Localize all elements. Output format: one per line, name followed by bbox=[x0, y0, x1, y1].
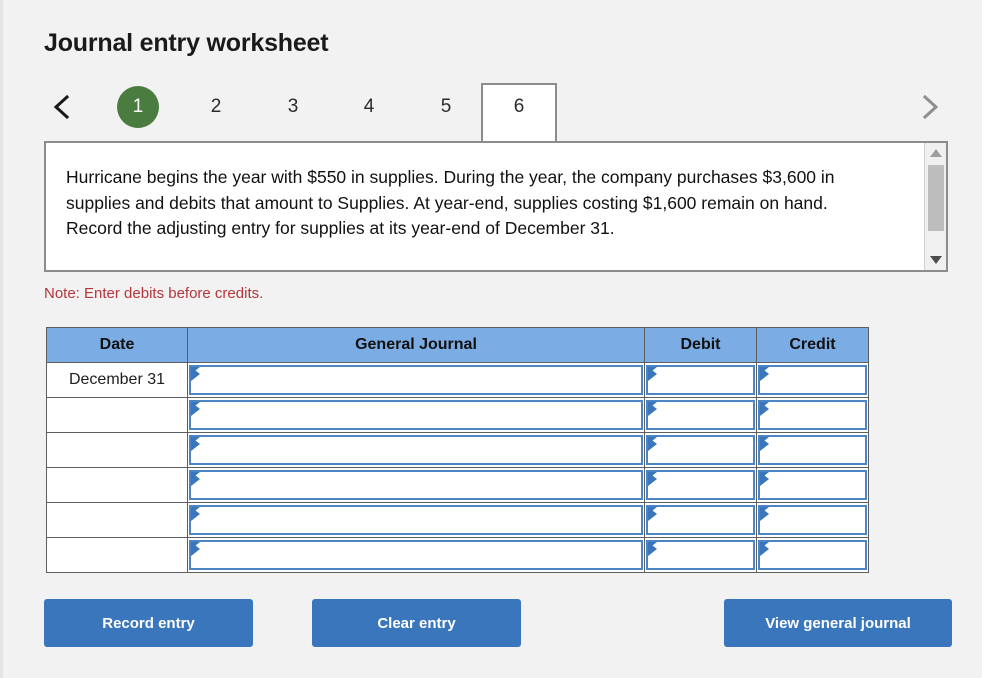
problem-statement-panel: Hurricane begins the year with $550 in s… bbox=[44, 141, 948, 272]
table-row bbox=[46, 502, 869, 538]
tab-step-1-label: 1 bbox=[117, 86, 159, 128]
credit-input-cell-2[interactable] bbox=[756, 397, 869, 433]
cell-marker-icon bbox=[191, 472, 200, 486]
chevron-right-icon[interactable] bbox=[912, 83, 948, 131]
chevron-left-icon[interactable] bbox=[44, 83, 80, 131]
cell-marker-icon bbox=[191, 367, 200, 381]
table-row bbox=[46, 397, 869, 433]
scroll-down-arrow-icon[interactable] bbox=[925, 250, 947, 270]
debit-input-cell-2[interactable] bbox=[644, 397, 757, 433]
cell-marker-icon bbox=[760, 367, 769, 381]
tab-step-3-label: 3 bbox=[287, 96, 299, 117]
table-header-row: Date General Journal Debit Credit bbox=[46, 327, 869, 363]
column-header-general-journal: General Journal bbox=[187, 327, 645, 363]
credit-input-cell-6[interactable] bbox=[756, 537, 869, 573]
problem-statement-text: Hurricane begins the year with $550 in s… bbox=[66, 167, 835, 238]
tab-step-3[interactable]: 3 bbox=[255, 83, 331, 131]
worksheet-page: Journal entry worksheet 1 2 3 4 5 6 Hurr… bbox=[0, 0, 982, 678]
table-row bbox=[46, 432, 869, 468]
account-input-cell-5[interactable] bbox=[187, 502, 645, 538]
account-input-cell-4[interactable] bbox=[187, 467, 645, 503]
tab-step-4-label: 4 bbox=[363, 96, 375, 117]
action-button-row: Record entry Clear entry View general jo… bbox=[44, 599, 952, 647]
debit-input-cell-5[interactable] bbox=[644, 502, 757, 538]
tab-step-5[interactable]: 5 bbox=[408, 83, 484, 131]
cell-marker-icon bbox=[191, 507, 200, 521]
debit-input-cell-6[interactable] bbox=[644, 537, 757, 573]
date-cell-6[interactable] bbox=[46, 537, 188, 573]
date-cell-3[interactable] bbox=[46, 432, 188, 468]
column-header-date: Date bbox=[46, 327, 188, 363]
cell-marker-icon bbox=[648, 472, 657, 486]
cell-marker-icon bbox=[191, 402, 200, 416]
account-input-cell-2[interactable] bbox=[187, 397, 645, 433]
record-entry-button[interactable]: Record entry bbox=[44, 599, 253, 647]
problem-scrollbar[interactable] bbox=[924, 143, 946, 270]
date-cell-5[interactable] bbox=[46, 502, 188, 538]
account-input-cell-6[interactable] bbox=[187, 537, 645, 573]
credit-input-cell-5[interactable] bbox=[756, 502, 869, 538]
tab-step-6[interactable]: 6 bbox=[481, 83, 557, 141]
column-header-credit: Credit bbox=[756, 327, 869, 363]
credit-input-cell-3[interactable] bbox=[756, 432, 869, 468]
account-input-cell-3[interactable] bbox=[187, 432, 645, 468]
cell-marker-icon bbox=[191, 437, 200, 451]
credit-input-cell-1[interactable] bbox=[756, 362, 869, 398]
cell-marker-icon bbox=[760, 437, 769, 451]
clear-entry-button[interactable]: Clear entry bbox=[312, 599, 521, 647]
page-title: Journal entry worksheet bbox=[44, 29, 329, 57]
scrollbar-thumb[interactable] bbox=[928, 165, 944, 231]
cell-marker-icon bbox=[760, 507, 769, 521]
table-row bbox=[46, 467, 869, 503]
cell-marker-icon bbox=[648, 402, 657, 416]
cell-marker-icon bbox=[760, 542, 769, 556]
cell-marker-icon bbox=[648, 367, 657, 381]
tab-step-2-label: 2 bbox=[210, 96, 222, 117]
date-cell-4[interactable] bbox=[46, 467, 188, 503]
tab-step-5-label: 5 bbox=[440, 96, 452, 117]
cell-marker-icon bbox=[760, 472, 769, 486]
cell-marker-icon bbox=[191, 542, 200, 556]
tab-step-6-label: 6 bbox=[513, 96, 525, 117]
cell-marker-icon bbox=[648, 437, 657, 451]
credit-input-cell-4[interactable] bbox=[756, 467, 869, 503]
cell-marker-icon bbox=[760, 402, 769, 416]
tab-navigation: 1 2 3 4 5 6 bbox=[44, 83, 948, 141]
table-row: December 31 bbox=[46, 362, 869, 398]
account-input-cell-1[interactable] bbox=[187, 362, 645, 398]
journal-entry-table: Date General Journal Debit Credit Decemb… bbox=[46, 327, 869, 573]
tab-step-4[interactable]: 4 bbox=[331, 83, 407, 131]
date-cell-1[interactable]: December 31 bbox=[46, 362, 188, 398]
view-general-journal-button[interactable]: View general journal bbox=[724, 599, 952, 647]
tab-step-1[interactable]: 1 bbox=[100, 83, 176, 131]
debits-before-credits-note: Note: Enter debits before credits. bbox=[44, 285, 264, 302]
tab-step-2[interactable]: 2 bbox=[178, 83, 254, 131]
scroll-up-arrow-icon[interactable] bbox=[925, 143, 947, 163]
debit-input-cell-4[interactable] bbox=[644, 467, 757, 503]
date-cell-2[interactable] bbox=[46, 397, 188, 433]
column-header-debit: Debit bbox=[644, 327, 757, 363]
table-row bbox=[46, 537, 869, 573]
cell-marker-icon bbox=[648, 542, 657, 556]
debit-input-cell-3[interactable] bbox=[644, 432, 757, 468]
cell-marker-icon bbox=[648, 507, 657, 521]
debit-input-cell-1[interactable] bbox=[644, 362, 757, 398]
